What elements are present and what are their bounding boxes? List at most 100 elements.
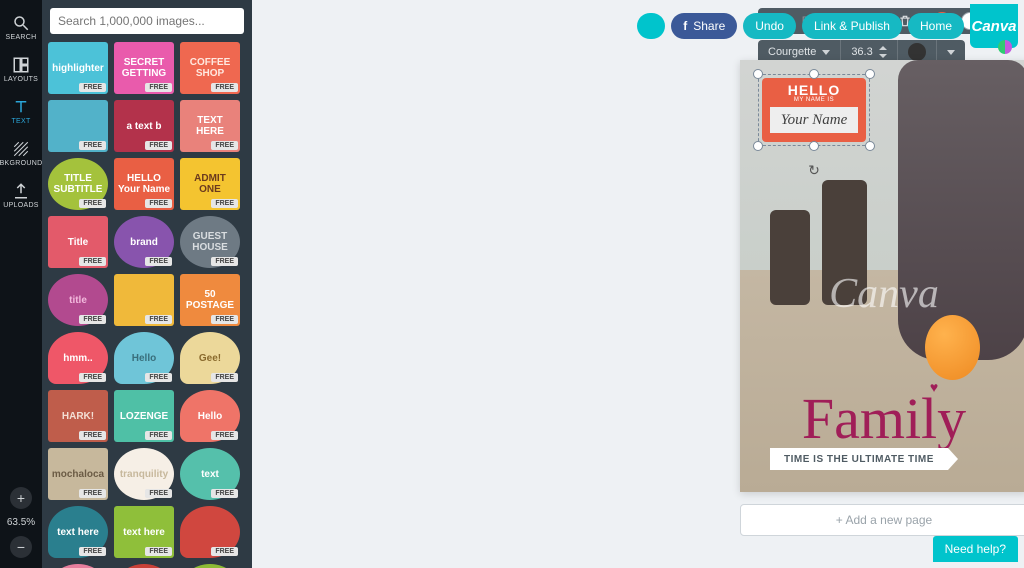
headline-value: Family xyxy=(802,386,966,451)
free-badge: FREE xyxy=(79,199,106,208)
free-badge: FREE xyxy=(211,547,238,556)
template-item[interactable]: GUEST HOUSEFREE xyxy=(180,216,240,268)
template-item[interactable]: ADMIT ONEFREE xyxy=(180,158,240,210)
template-item[interactable]: hello!FREE xyxy=(48,564,108,568)
resize-handle[interactable] xyxy=(809,69,819,79)
free-badge: FREE xyxy=(211,141,238,150)
template-item[interactable]: Gee!FREE xyxy=(180,332,240,384)
template-item[interactable]: LOZENGEFREE xyxy=(114,390,174,442)
brand-logo[interactable]: Canva xyxy=(970,4,1018,48)
resize-handle[interactable] xyxy=(809,141,819,151)
template-item[interactable]: a text bFREE xyxy=(114,100,174,152)
selected-element[interactable]: HELLO MY NAME IS Your Name ↻ xyxy=(758,74,870,146)
template-item[interactable]: TEXT HEREFREE xyxy=(180,100,240,152)
template-item[interactable]: FREE xyxy=(114,274,174,326)
resize-handle[interactable] xyxy=(865,69,875,79)
free-badge: FREE xyxy=(145,141,172,150)
templates-panel: highlighterFREESECRET GETTINGFREECOFFEE … xyxy=(42,0,252,568)
background-icon xyxy=(12,140,30,158)
rail-uploads[interactable]: UPLOADS xyxy=(0,174,42,216)
share-label: Share xyxy=(693,19,725,33)
free-badge: FREE xyxy=(79,257,106,266)
free-badge: FREE xyxy=(145,257,172,266)
template-item[interactable]: FREE xyxy=(180,564,240,568)
template-item[interactable]: HELLO Your NameFREE xyxy=(114,158,174,210)
free-badge: FREE xyxy=(79,431,106,440)
search-input[interactable] xyxy=(50,8,244,34)
rotate-handle[interactable]: ↻ xyxy=(808,162,820,179)
free-badge: FREE xyxy=(79,315,106,324)
layouts-icon xyxy=(12,56,30,74)
template-item[interactable]: FREE xyxy=(48,100,108,152)
free-badge: FREE xyxy=(145,431,172,440)
template-item[interactable]: TITLE SUBTITLEFREE xyxy=(48,158,108,210)
free-badge: FREE xyxy=(211,431,238,440)
chevron-down-icon[interactable] xyxy=(947,50,955,55)
zoom-in-button[interactable]: + xyxy=(10,487,32,509)
photo-balloon xyxy=(925,315,980,380)
template-item[interactable]: HelloFREE xyxy=(114,332,174,384)
template-item[interactable]: text hereFREE xyxy=(48,506,108,558)
template-item[interactable]: text hereFREE xyxy=(114,506,174,558)
template-item[interactable]: brandFREE xyxy=(114,216,174,268)
template-item[interactable]: hmm..FREE xyxy=(48,332,108,384)
rail-text[interactable]: TEXT xyxy=(0,90,42,132)
canvas-area: Copy Forward Back Courgette 36.3 fShare … xyxy=(252,0,1024,568)
home-button[interactable]: Home xyxy=(908,13,964,39)
template-item[interactable]: HelloFREE xyxy=(180,390,240,442)
free-badge: FREE xyxy=(145,547,172,556)
help-button[interactable]: Need help? xyxy=(933,536,1018,562)
template-item[interactable]: highlighterFREE xyxy=(48,42,108,94)
template-item[interactable]: textFREE xyxy=(180,448,240,500)
design-page[interactable]: Canva Family♥ TIME IS THE ULTIMATE TIME … xyxy=(740,60,1024,492)
rail-background[interactable]: BKGROUND xyxy=(0,132,42,174)
rail-label: UPLOADS xyxy=(3,202,39,209)
free-badge: FREE xyxy=(79,83,106,92)
rail-search[interactable]: SEARCH xyxy=(0,6,42,48)
template-item[interactable]: tranquilityFREE xyxy=(114,448,174,500)
rail-layouts[interactable]: LAYOUTS xyxy=(0,48,42,90)
template-item[interactable]: HARK!FREE xyxy=(48,390,108,442)
top-bar: fShare Undo Link & Publish Home Canva xyxy=(637,4,1018,48)
template-item[interactable]: TitleFREE xyxy=(48,216,108,268)
zoom-level: 63.5% xyxy=(7,517,35,528)
free-badge: FREE xyxy=(211,83,238,92)
watermark-text: Canva xyxy=(829,270,939,318)
free-badge: FREE xyxy=(145,83,172,92)
template-item[interactable]: COFFEE SHOPFREE xyxy=(180,42,240,94)
link-publish-button[interactable]: Link & Publish xyxy=(802,13,902,39)
chevron-down-icon xyxy=(822,50,830,55)
upload-icon xyxy=(12,182,30,200)
headline-text[interactable]: Family♥ xyxy=(802,385,966,452)
free-badge: FREE xyxy=(145,373,172,382)
template-item[interactable]: mochalocaFREE xyxy=(48,448,108,500)
zoom-out-button[interactable]: − xyxy=(10,536,32,558)
rail-label: BKGROUND xyxy=(0,160,42,167)
free-badge: FREE xyxy=(79,141,106,150)
templates-scroll[interactable]: highlighterFREESECRET GETTINGFREECOFFEE … xyxy=(42,42,252,568)
resize-handle[interactable] xyxy=(753,141,763,151)
template-item[interactable]: FREE xyxy=(180,506,240,558)
template-item[interactable]: FREE xyxy=(114,564,174,568)
free-badge: FREE xyxy=(211,373,238,382)
template-item[interactable]: SECRET GETTINGFREE xyxy=(114,42,174,94)
template-item[interactable]: titleFREE xyxy=(48,274,108,326)
facebook-share-button[interactable]: fShare xyxy=(671,13,737,39)
undo-button[interactable]: Undo xyxy=(743,13,796,39)
free-badge: FREE xyxy=(79,547,106,556)
free-badge: FREE xyxy=(145,489,172,498)
rail-label: TEXT xyxy=(11,118,30,125)
template-item[interactable]: 50 POSTAGEFREE xyxy=(180,274,240,326)
rail-label: LAYOUTS xyxy=(4,76,38,83)
ribbon-text[interactable]: TIME IS THE ULTIMATE TIME xyxy=(770,448,948,470)
add-page-button[interactable]: + Add a new page xyxy=(740,504,1024,536)
share-bubble-button[interactable] xyxy=(637,13,665,39)
zoom-controls: + 63.5% − xyxy=(0,483,42,562)
rail-label: SEARCH xyxy=(6,34,37,41)
free-badge: FREE xyxy=(145,199,172,208)
resize-handle[interactable] xyxy=(865,141,875,151)
free-badge: FREE xyxy=(211,199,238,208)
resize-handle[interactable] xyxy=(753,69,763,79)
free-badge: FREE xyxy=(145,315,172,324)
free-badge: FREE xyxy=(79,373,106,382)
